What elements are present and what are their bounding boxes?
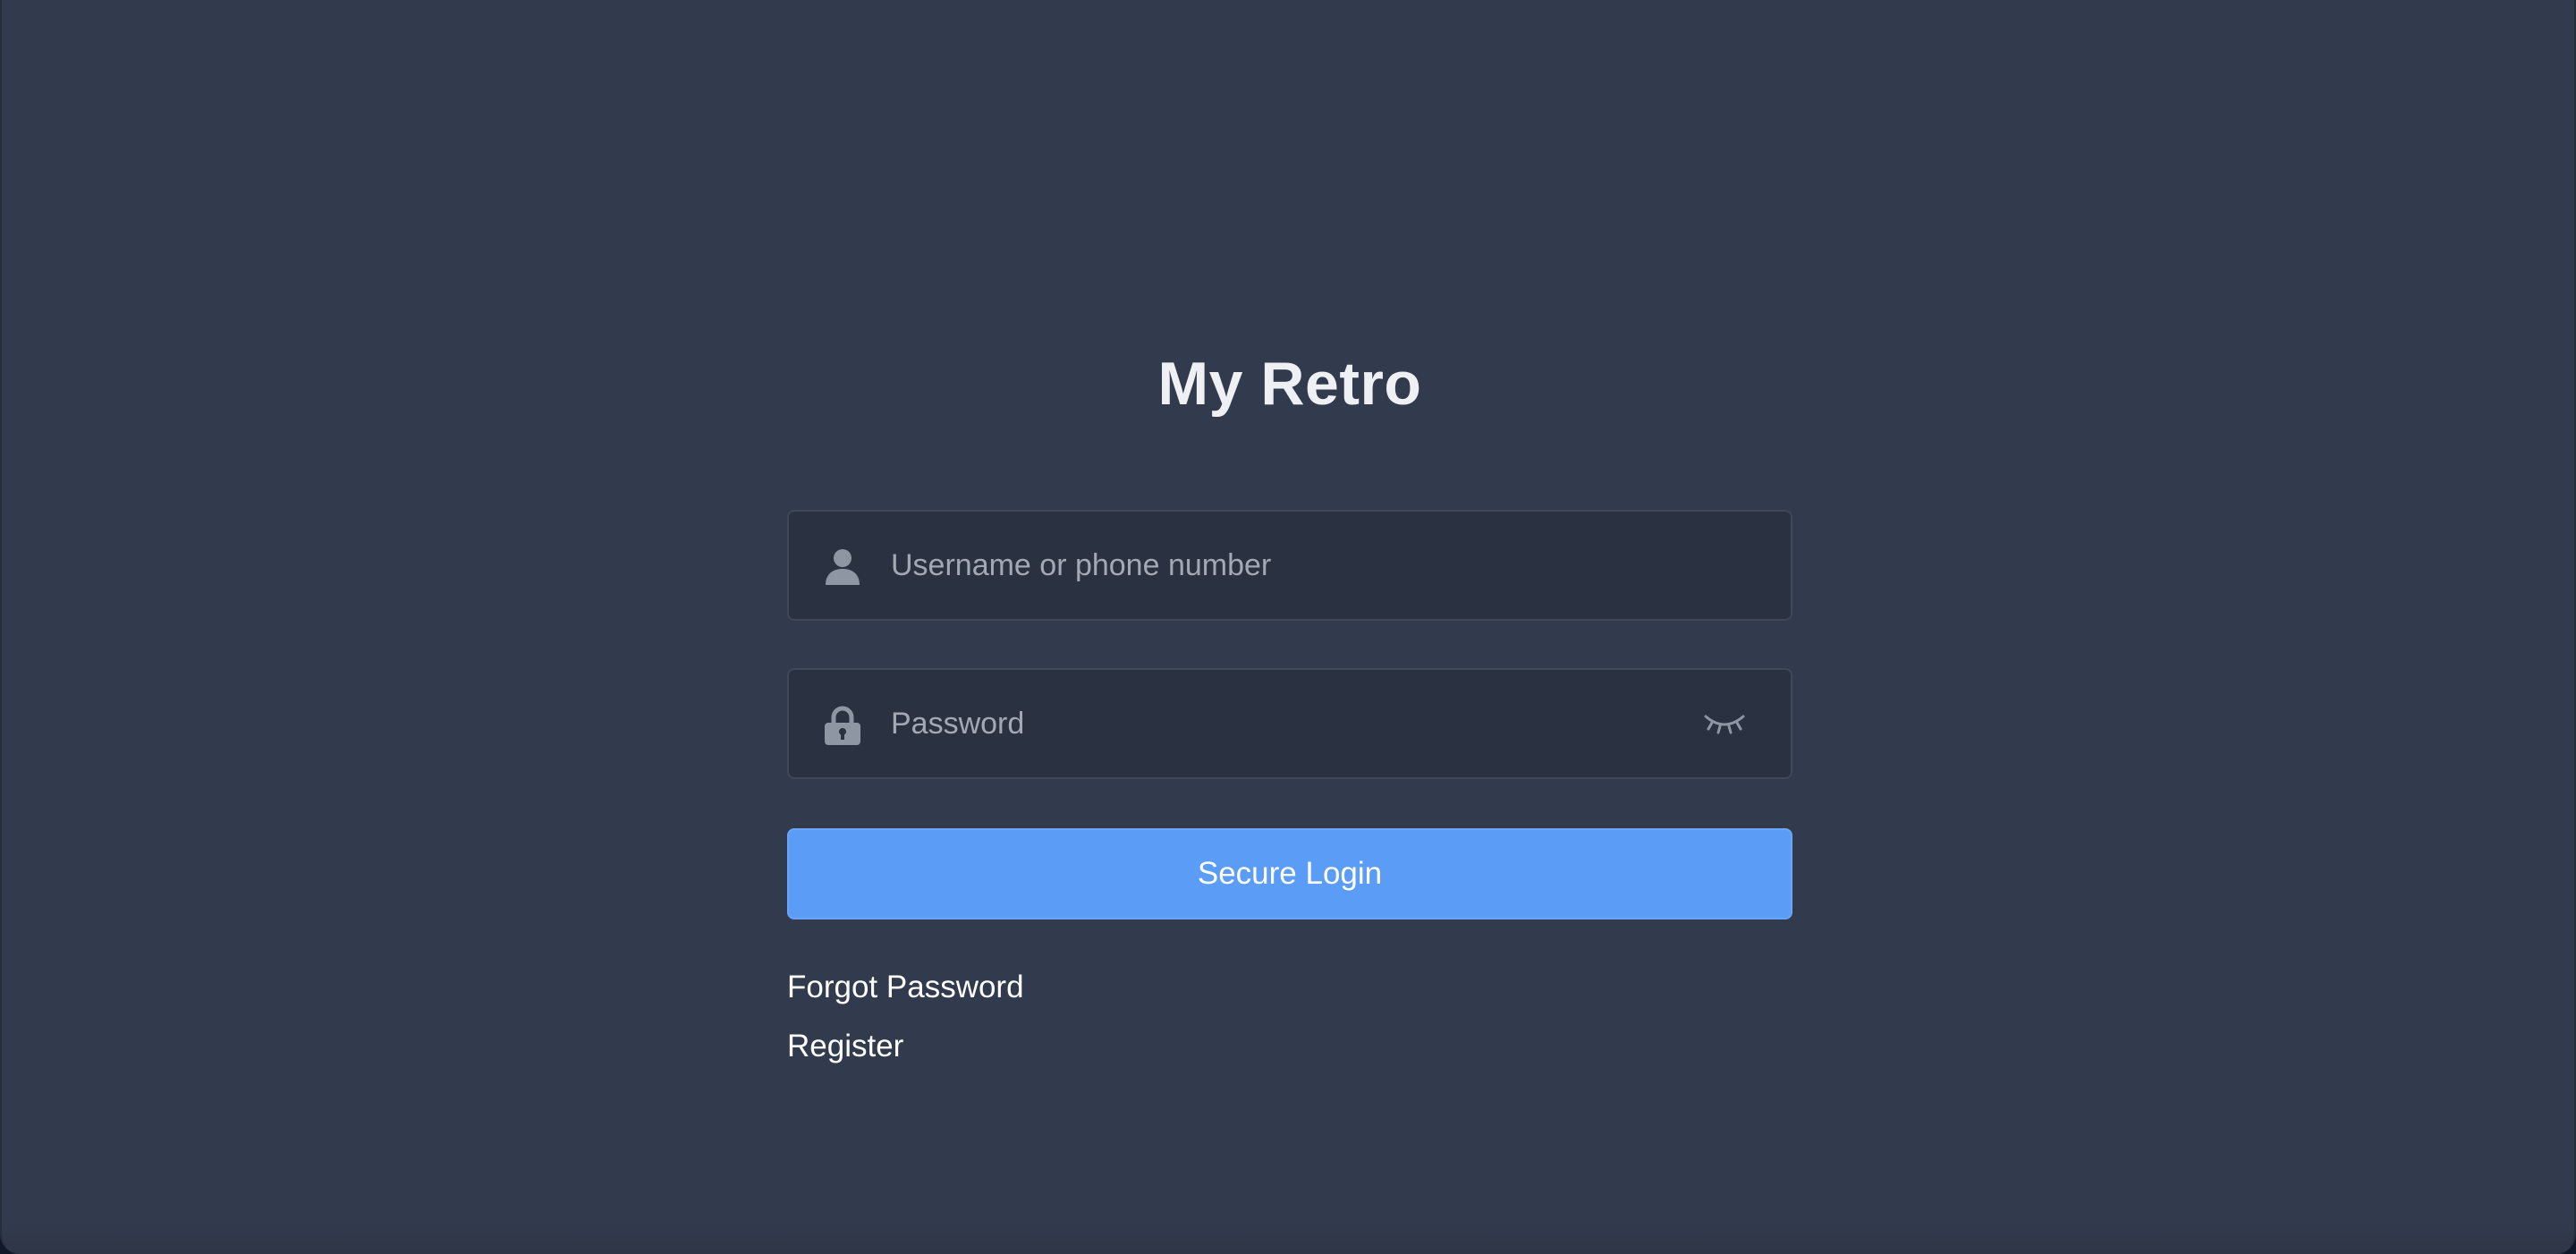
user-icon: [823, 547, 862, 587]
secure-login-button[interactable]: Secure Login: [787, 828, 1792, 919]
username-input[interactable]: [891, 512, 1660, 619]
register-link[interactable]: Register: [787, 1029, 903, 1064]
password-input[interactable]: [891, 670, 1660, 777]
username-field: [787, 510, 1792, 621]
page-title: My Retro: [1157, 350, 1422, 418]
password-field: [787, 668, 1792, 779]
lock-icon: [823, 706, 862, 745]
forgot-password-link[interactable]: Forgot Password: [787, 970, 1024, 1005]
eye-closed-icon[interactable]: [1703, 706, 1746, 741]
app-window: My Retro Username or phone number Secure…: [0, 0, 2576, 1254]
